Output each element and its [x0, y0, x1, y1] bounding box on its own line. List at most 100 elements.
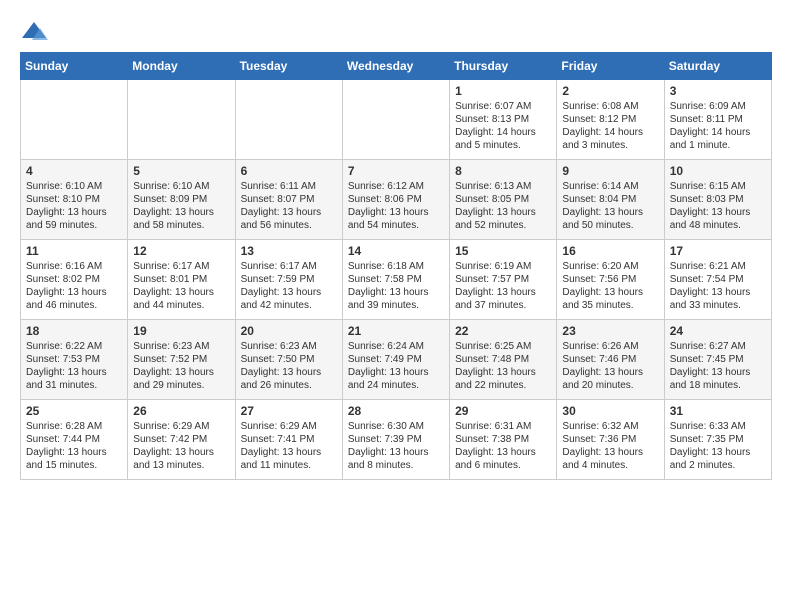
- day-info: Sunrise: 6:33 AM: [670, 420, 766, 433]
- calendar-cell: 4Sunrise: 6:10 AMSunset: 8:10 PMDaylight…: [21, 160, 128, 240]
- day-info: Sunrise: 6:13 AM: [455, 180, 551, 193]
- day-info: and 1 minute.: [670, 139, 766, 152]
- day-number: 16: [562, 244, 658, 258]
- day-number: 30: [562, 404, 658, 418]
- day-number: 24: [670, 324, 766, 338]
- calendar-cell: 21Sunrise: 6:24 AMSunset: 7:49 PMDayligh…: [342, 320, 449, 400]
- day-info: Sunset: 7:53 PM: [26, 353, 122, 366]
- day-info: Daylight: 14 hours: [455, 126, 551, 139]
- day-number: 18: [26, 324, 122, 338]
- day-info: and 13 minutes.: [133, 459, 229, 472]
- day-info: Sunrise: 6:25 AM: [455, 340, 551, 353]
- header-monday: Monday: [128, 53, 235, 80]
- calendar-cell: 16Sunrise: 6:20 AMSunset: 7:56 PMDayligh…: [557, 240, 664, 320]
- calendar-cell: 15Sunrise: 6:19 AMSunset: 7:57 PMDayligh…: [450, 240, 557, 320]
- day-info: Sunset: 7:56 PM: [562, 273, 658, 286]
- day-info: Sunrise: 6:30 AM: [348, 420, 444, 433]
- day-number: 20: [241, 324, 337, 338]
- calendar-cell: 2Sunrise: 6:08 AMSunset: 8:12 PMDaylight…: [557, 80, 664, 160]
- day-info: Sunrise: 6:31 AM: [455, 420, 551, 433]
- calendar-cell: 27Sunrise: 6:29 AMSunset: 7:41 PMDayligh…: [235, 400, 342, 480]
- day-info: Daylight: 13 hours: [133, 286, 229, 299]
- day-info: Daylight: 13 hours: [133, 366, 229, 379]
- day-info: Daylight: 13 hours: [455, 366, 551, 379]
- day-info: Daylight: 14 hours: [670, 126, 766, 139]
- day-info: and 6 minutes.: [455, 459, 551, 472]
- calendar-cell: 1Sunrise: 6:07 AMSunset: 8:13 PMDaylight…: [450, 80, 557, 160]
- day-info: Sunrise: 6:18 AM: [348, 260, 444, 273]
- day-info: Sunset: 7:54 PM: [670, 273, 766, 286]
- header: [20, 20, 772, 42]
- day-info: and 58 minutes.: [133, 219, 229, 232]
- day-info: Sunset: 8:13 PM: [455, 113, 551, 126]
- day-info: Sunset: 8:11 PM: [670, 113, 766, 126]
- day-info: and 26 minutes.: [241, 379, 337, 392]
- day-info: and 18 minutes.: [670, 379, 766, 392]
- calendar-week-row: 1Sunrise: 6:07 AMSunset: 8:13 PMDaylight…: [21, 80, 772, 160]
- day-info: Daylight: 13 hours: [670, 366, 766, 379]
- day-number: 26: [133, 404, 229, 418]
- day-info: and 20 minutes.: [562, 379, 658, 392]
- day-info: Sunrise: 6:23 AM: [241, 340, 337, 353]
- calendar-cell: 17Sunrise: 6:21 AMSunset: 7:54 PMDayligh…: [664, 240, 771, 320]
- day-number: 28: [348, 404, 444, 418]
- day-number: 21: [348, 324, 444, 338]
- day-info: Daylight: 13 hours: [562, 286, 658, 299]
- day-info: Daylight: 13 hours: [241, 206, 337, 219]
- day-number: 11: [26, 244, 122, 258]
- calendar-cell: [342, 80, 449, 160]
- day-info: Sunset: 7:48 PM: [455, 353, 551, 366]
- day-info: Sunrise: 6:17 AM: [133, 260, 229, 273]
- calendar-cell: 9Sunrise: 6:14 AMSunset: 8:04 PMDaylight…: [557, 160, 664, 240]
- day-info: Sunrise: 6:17 AM: [241, 260, 337, 273]
- day-info: Sunrise: 6:16 AM: [26, 260, 122, 273]
- day-info: Sunset: 8:02 PM: [26, 273, 122, 286]
- calendar-table: SundayMondayTuesdayWednesdayThursdayFrid…: [20, 52, 772, 480]
- day-info: Daylight: 13 hours: [670, 286, 766, 299]
- day-info: Sunrise: 6:11 AM: [241, 180, 337, 193]
- day-info: Sunset: 8:12 PM: [562, 113, 658, 126]
- day-info: Daylight: 13 hours: [348, 206, 444, 219]
- day-info: and 48 minutes.: [670, 219, 766, 232]
- calendar-cell: 22 Sunrise: 6:25 AMSunset: 7:48 PMDayligh…: [450, 320, 557, 400]
- day-info: and 54 minutes.: [348, 219, 444, 232]
- day-info: and 42 minutes.: [241, 299, 337, 312]
- day-info: Sunset: 8:07 PM: [241, 193, 337, 206]
- day-info: and 29 minutes.: [133, 379, 229, 392]
- calendar-cell: 30Sunrise: 6:32 AMSunset: 7:36 PMDayligh…: [557, 400, 664, 480]
- day-info: Sunrise: 6:29 AM: [133, 420, 229, 433]
- day-info: Sunrise: 6:32 AM: [562, 420, 658, 433]
- day-number: 23: [562, 324, 658, 338]
- calendar-cell: 24Sunrise: 6:27 AMSunset: 7:45 PMDayligh…: [664, 320, 771, 400]
- day-info: Sunrise: 6:26 AM: [562, 340, 658, 353]
- day-info: Sunset: 7:49 PM: [348, 353, 444, 366]
- day-info: and 15 minutes.: [26, 459, 122, 472]
- day-info: and 8 minutes.: [348, 459, 444, 472]
- logo: [20, 20, 52, 42]
- day-info: Daylight: 13 hours: [455, 206, 551, 219]
- header-thursday: Thursday: [450, 53, 557, 80]
- calendar-cell: 29Sunrise: 6:31 AMSunset: 7:38 PMDayligh…: [450, 400, 557, 480]
- day-info: and 44 minutes.: [133, 299, 229, 312]
- day-info: Daylight: 13 hours: [348, 446, 444, 459]
- day-number: 1: [455, 84, 551, 98]
- day-info: Sunset: 7:44 PM: [26, 433, 122, 446]
- day-number: 27: [241, 404, 337, 418]
- day-info: Daylight: 13 hours: [562, 366, 658, 379]
- header-saturday: Saturday: [664, 53, 771, 80]
- day-number: 22: [455, 324, 551, 338]
- day-info: Sunset: 7:42 PM: [133, 433, 229, 446]
- day-info: Sunrise: 6:23 AM: [133, 340, 229, 353]
- header-sunday: Sunday: [21, 53, 128, 80]
- header-wednesday: Wednesday: [342, 53, 449, 80]
- day-info: and 11 minutes.: [241, 459, 337, 472]
- calendar-week-row: 11 Sunrise: 6:16 AMSunset: 8:02 PM Dayligh…: [21, 240, 772, 320]
- day-info: and 4 minutes.: [562, 459, 658, 472]
- calendar-cell: 12Sunrise: 6:17 AMSunset: 8:01 PMDayligh…: [128, 240, 235, 320]
- day-info: Daylight: 13 hours: [133, 206, 229, 219]
- day-number: 4: [26, 164, 122, 178]
- calendar-cell: 8Sunrise: 6:13 AMSunset: 8:05 PMDaylight…: [450, 160, 557, 240]
- calendar-cell: 31Sunrise: 6:33 AMSunset: 7:35 PMDayligh…: [664, 400, 771, 480]
- day-number: 29: [455, 404, 551, 418]
- day-number: 6: [241, 164, 337, 178]
